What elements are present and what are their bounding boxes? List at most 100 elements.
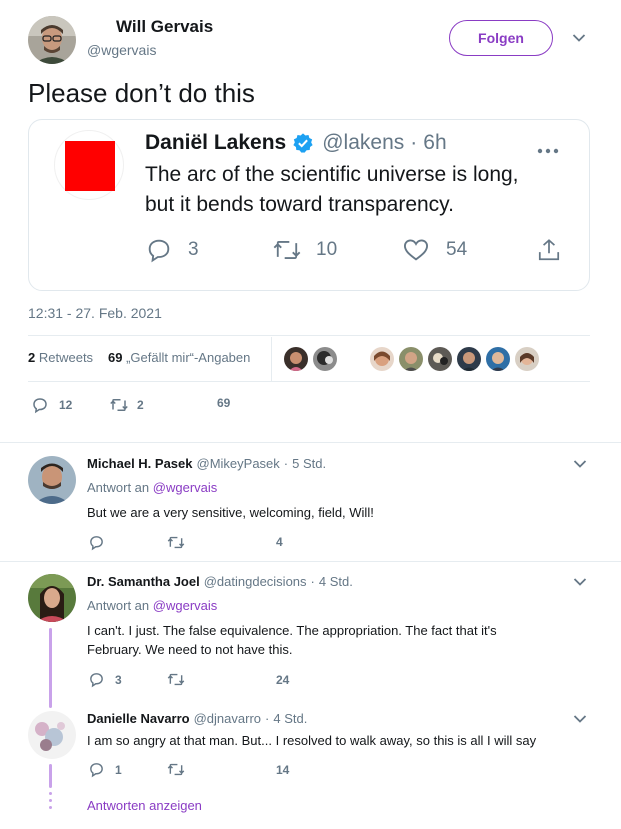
quoted-reply-count: 3 [188,239,199,260]
retweet-action[interactable]: 2 [109,396,144,414]
reply-author-name[interactable]: Michael H. Pasek [87,456,193,471]
likes-count: 69 [108,350,123,365]
divider [28,381,590,382]
reply-icon [31,396,49,414]
reply-avatar[interactable] [28,456,76,504]
retweets-label: Retweets [38,350,94,365]
quoted-avatar[interactable] [54,130,124,200]
quoted-reply-action[interactable]: 3 [145,236,199,264]
liker-avatar[interactable] [399,347,423,371]
reply-handle[interactable]: @MikeyPasek [197,456,280,471]
follow-button-label: Folgen [478,30,524,46]
reply-avatar[interactable] [28,711,76,759]
quoted-separator: · [410,131,418,154]
author-handle[interactable]: @wgervais [87,42,156,58]
quoted-like-action[interactable]: 54 [402,236,467,264]
verified-icon [292,132,314,154]
like-count: 69 [217,396,231,410]
reply-to-link[interactable]: @wgervais [153,480,218,495]
reply-avatar[interactable] [28,574,76,622]
likes-label: „Gefällt mir“-Angaben [126,350,251,365]
like-action[interactable]: 69 [217,396,230,410]
thread-dots [49,792,52,812]
reply-time[interactable]: 4 Std. [273,711,307,726]
retweet-icon [109,396,129,414]
reply-like-count: 14 [276,763,290,777]
reply-like-action[interactable]: 14 [276,763,289,777]
likes-stat[interactable]: 69 „Gefällt mir“-Angaben [108,350,250,365]
reply-handle[interactable]: @datingdecisions [204,574,307,589]
quoted-text-line1: The arc of the scientific universe is lo… [145,163,519,186]
show-replies-link[interactable]: Antworten anzeigen [87,798,202,813]
quoted-handle[interactable]: @lakens [322,131,404,155]
reply-time[interactable]: 5 Std. [292,456,326,471]
retweet-icon [166,534,186,551]
reply-retweet-action[interactable] [166,671,186,688]
divider [0,442,621,443]
divider [0,561,621,562]
reply-icon [88,671,105,688]
reply-text: I am so angry at that man. But... I reso… [87,733,537,748]
chevron-down-icon[interactable] [573,459,587,469]
reply-like-action[interactable]: 4 [276,535,283,549]
liker-avatar[interactable] [370,347,394,371]
retweets-stat[interactable]: 2 Retweets [28,350,93,365]
reply-text: But we are a very sensitive, welcoming, … [87,505,374,520]
chevron-down-icon[interactable] [573,714,587,724]
tweet-timestamp[interactable]: 12:31 - 27. Feb. 2021 [28,305,162,321]
author-avatar[interactable] [28,16,76,64]
quoted-retweet-action[interactable]: 10 [272,236,337,264]
quoted-like-count: 54 [446,239,468,260]
author-name[interactable]: Will Gervais [116,17,213,37]
thread-line [49,764,52,788]
reply-like-action[interactable]: 24 [276,673,289,687]
reply-time[interactable]: 4 Std. [319,574,353,589]
reply-action[interactable]: 12 [31,396,72,414]
reply-text-line2: February. We need to not have this. [87,642,293,657]
liker-avatar[interactable] [284,347,308,371]
reply-reply-action[interactable] [88,534,105,551]
retweet-icon [272,236,302,264]
reply-reply-action[interactable]: 3 [88,671,122,688]
reply-count: 12 [59,398,73,412]
reply-handle[interactable]: @djnavarro [194,711,261,726]
retweet-count: 2 [137,398,144,412]
reply-retweet-action[interactable] [166,534,186,551]
quoted-author-name[interactable]: Daniël Lakens [145,131,286,155]
follow-button[interactable]: Folgen [449,20,553,56]
quoted-avatar-square [65,141,115,191]
quoted-time[interactable]: 6h [423,131,446,155]
quoted-text-line2: but it bends toward transparency. [145,193,454,216]
reply-to-prefix: Antwort an [87,598,150,613]
liker-avatar[interactable] [313,347,337,371]
reply-author-name[interactable]: Dr. Samantha Joel [87,574,200,589]
reply-separator: · [310,574,315,589]
retweet-icon [166,761,186,778]
liker-avatar[interactable] [457,347,481,371]
chevron-down-icon[interactable] [573,577,587,587]
tweet-text: Please don’t do this [28,78,255,108]
reply-separator: · [283,456,289,471]
reply-author-name[interactable]: Danielle Navarro [87,711,190,726]
reply-reply-count: 1 [115,762,122,777]
reply-to-link[interactable]: @wgervais [153,598,218,613]
reply-icon [88,761,105,778]
reply-like-count: 24 [276,673,290,687]
quoted-retweet-count: 10 [316,239,338,260]
reply-separator: · [265,711,270,726]
retweets-count: 2 [28,350,36,365]
liker-avatar[interactable] [486,347,510,371]
reply-to-prefix: Antwort an [87,480,150,495]
reply-icon [145,236,173,264]
liker-avatar[interactable] [515,347,539,371]
liker-avatar[interactable] [428,347,452,371]
heart-icon [402,236,430,264]
share-icon[interactable] [536,236,562,269]
reply-reply-count: 3 [115,672,122,687]
reply-retweet-action[interactable] [166,761,186,778]
thread-line [49,628,52,708]
retweet-icon [166,671,186,688]
chevron-down-icon[interactable] [572,33,586,43]
reply-reply-action[interactable]: 1 [88,761,122,778]
more-options-icon[interactable] [537,141,559,159]
